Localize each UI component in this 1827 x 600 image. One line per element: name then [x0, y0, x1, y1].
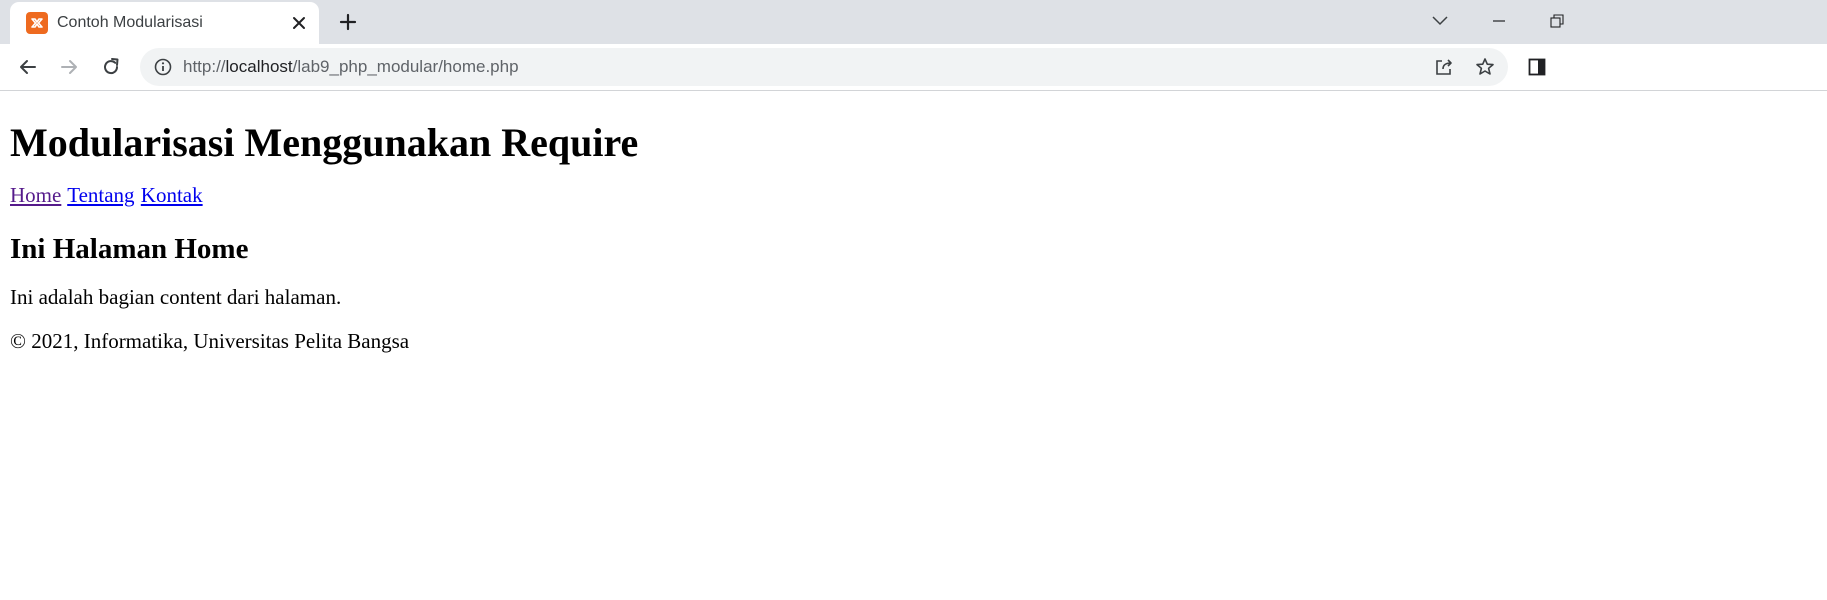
url-text: http://localhost/lab9_php_modular/home.p… [183, 57, 1508, 77]
browser-tab[interactable]: Contoh Modularisasi [10, 2, 319, 44]
page-title: Modularisasi Menggunakan Require [10, 120, 639, 165]
url-scheme: http:// [183, 57, 226, 76]
nav-link-tentang[interactable]: Tentang [67, 183, 134, 207]
xampp-icon [26, 12, 48, 34]
back-arrow-icon[interactable] [12, 51, 44, 83]
content-text: Ini adalah bagian content dari halaman. [10, 285, 342, 309]
chevron-down-icon[interactable] [1425, 6, 1455, 36]
restore-icon[interactable] [1542, 6, 1572, 36]
url-path: /lab9_php_modular/home.php [292, 57, 519, 76]
share-icon[interactable] [1432, 55, 1456, 79]
site-nav: Home Tentang Kontak [10, 181, 1817, 209]
tab-title: Contoh Modularisasi [57, 14, 203, 31]
tab-strip: Contoh Modularisasi [0, 0, 1827, 44]
reload-icon[interactable] [95, 51, 127, 83]
info-icon[interactable] [151, 55, 175, 79]
star-icon[interactable] [1473, 55, 1497, 79]
address-bar[interactable]: http://localhost/lab9_php_modular/home.p… [140, 48, 1508, 86]
side-panel-icon[interactable] [1521, 51, 1553, 83]
minimize-icon[interactable] [1484, 6, 1514, 36]
forward-arrow-icon[interactable] [53, 51, 85, 83]
page-content: Modularisasi Menggunakan Require Home Te… [0, 119, 1827, 355]
nav-link-home[interactable]: Home [10, 183, 61, 207]
close-icon[interactable] [287, 11, 311, 35]
footer-text: © 2021, Informatika, Universitas Pelita … [10, 329, 410, 353]
nav-link-kontak[interactable]: Kontak [141, 183, 203, 207]
url-host: localhost [225, 57, 293, 76]
plus-icon[interactable] [334, 8, 362, 36]
section-heading: Ini Halaman Home [10, 233, 249, 265]
browser-toolbar: http://localhost/lab9_php_modular/home.p… [0, 44, 1827, 91]
